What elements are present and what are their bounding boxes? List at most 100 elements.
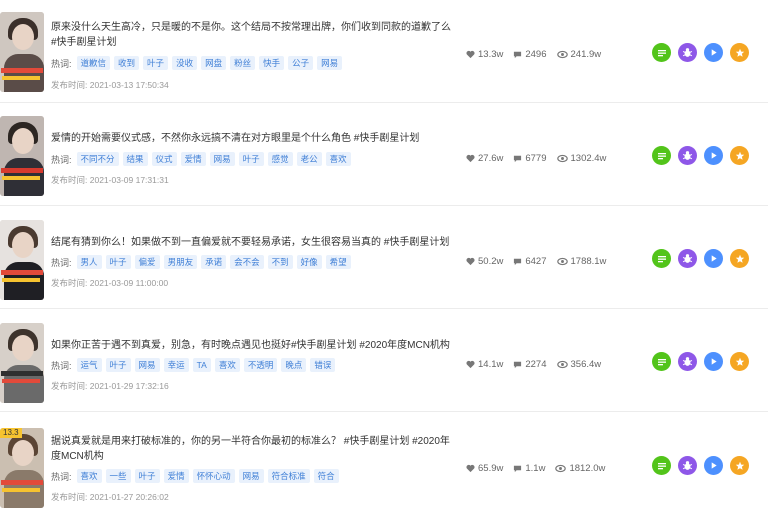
video-thumbnail[interactable] (0, 323, 44, 403)
bug-icon (682, 357, 693, 366)
video-row[interactable]: 原来没什么天生高冷，只是暖的不是你。这个结局不按常理出牌，你们收到同款的道歉了么… (0, 0, 768, 103)
hot-word-tag[interactable]: 叶子 (134, 469, 160, 483)
hot-word-tag[interactable]: 网易 (134, 358, 160, 372)
hot-word-tag[interactable]: 没收 (172, 56, 198, 70)
hot-words-label: 热词: (51, 154, 72, 165)
hot-word-tag[interactable]: 幸运 (163, 358, 189, 372)
views-stat: 1302.4w (556, 153, 606, 164)
favorite-button[interactable] (730, 249, 749, 268)
hot-word-tag[interactable]: 符合标准 (267, 469, 310, 483)
video-stats: 50.2w 6427 1788.1w (466, 254, 616, 268)
comments-count: 2274 (525, 358, 547, 370)
hot-word-tag[interactable]: 爱情 (180, 152, 206, 166)
hot-word-tag[interactable]: 叶子 (105, 255, 131, 269)
video-row[interactable]: 爱情的开始需要仪式感，不然你永远搞不清在对方眼里是个什么角色 #快手剧星计划 热… (0, 103, 768, 206)
hot-word-tag[interactable]: 男朋友 (163, 255, 198, 269)
detail-button[interactable] (652, 146, 671, 165)
hot-word-tag[interactable]: 快手 (259, 56, 285, 70)
hot-word-tag[interactable]: 怀怀心动 (192, 469, 235, 483)
hot-word-tag[interactable]: 喜欢 (325, 152, 351, 166)
hot-word-tag[interactable]: 偏爱 (134, 255, 160, 269)
hot-words: 热词: 道歉信 收到 叶子 没收 网盘 粉丝 快手 公子 网易 (51, 55, 346, 71)
video-title[interactable]: 原来没什么天生高冷，只是暖的不是你。这个结局不按常理出牌，你们收到同款的道歉了么… (51, 20, 451, 50)
hot-word-tag[interactable]: 希望 (325, 255, 351, 269)
video-thumbnail[interactable]: 13.3 (0, 428, 44, 508)
play-button[interactable] (704, 43, 723, 62)
hot-word-tag[interactable]: 收到 (114, 56, 140, 70)
video-thumbnail[interactable] (0, 116, 44, 196)
hot-word-tag[interactable]: 喜欢 (214, 358, 240, 372)
monitor-button[interactable] (678, 146, 697, 165)
favorite-button[interactable] (730, 43, 749, 62)
hot-word-tag[interactable]: 结果 (122, 152, 148, 166)
comment-icon (514, 258, 522, 265)
hot-words-label: 热词: (51, 360, 72, 371)
hot-word-tag[interactable]: 网易 (238, 469, 264, 483)
video-thumbnail[interactable] (0, 220, 44, 300)
video-row[interactable]: 如果你正苦于遇不到真爱，别急，有时晚点遇见也挺好#快手剧星计划 #2020年度M… (0, 309, 768, 412)
hot-word-tag[interactable]: 符合 (313, 469, 339, 483)
hot-word-tag[interactable]: 不同不分 (76, 152, 119, 166)
hot-word-tag[interactable]: 老公 (296, 152, 322, 166)
favorite-button[interactable] (730, 146, 749, 165)
hot-word-tag[interactable]: TA (192, 358, 211, 372)
detail-button[interactable] (652, 456, 671, 475)
hot-word-tag[interactable]: 运气 (76, 358, 102, 372)
hot-word-tag[interactable]: 公子 (288, 56, 314, 70)
hot-word-tag[interactable]: 好像 (296, 255, 322, 269)
play-button[interactable] (704, 456, 723, 475)
hot-word-tag[interactable]: 叶子 (143, 56, 169, 70)
monitor-button[interactable] (678, 43, 697, 62)
hot-word-tag[interactable]: 感觉 (267, 152, 293, 166)
hot-word-tag[interactable]: 网盘 (201, 56, 227, 70)
hot-words: 热词: 运气 叶子 网易 幸运 TA 喜欢 不透明 晚点 错误 (51, 357, 339, 373)
favorite-button[interactable] (730, 352, 749, 371)
hot-words: 热词: 不同不分 结果 仪式 爱情 网易 叶子 感觉 老公 喜欢 (51, 151, 355, 167)
video-thumbnail[interactable] (0, 12, 44, 92)
hot-word-tag[interactable]: 男人 (76, 255, 102, 269)
eye-icon (556, 257, 568, 265)
hot-word-tag[interactable]: 承诺 (201, 255, 227, 269)
video-title[interactable]: 据说真爱就是用来打破标准的，你的另一半符合你最初的标准么？ #快手剧星计划 #2… (51, 434, 451, 464)
detail-button[interactable] (652, 249, 671, 268)
hot-word-tag[interactable]: 粉丝 (230, 56, 256, 70)
likes-count: 13.3w (478, 48, 504, 60)
favorite-button[interactable] (730, 456, 749, 475)
play-button[interactable] (704, 352, 723, 371)
hot-word-tag[interactable]: 爱情 (163, 469, 189, 483)
hot-word-tag[interactable]: 一些 (105, 469, 131, 483)
hot-word-tag[interactable]: 叶子 (238, 152, 264, 166)
hot-word-tag[interactable]: 错误 (310, 358, 336, 372)
hot-word-tag[interactable]: 晚点 (281, 358, 307, 372)
hot-word-tag[interactable]: 网易 (209, 152, 235, 166)
monitor-button[interactable] (678, 456, 697, 475)
play-button[interactable] (704, 249, 723, 268)
hot-word-tag[interactable]: 不透明 (243, 358, 278, 372)
eye-icon (555, 464, 567, 472)
detail-button[interactable] (652, 352, 671, 371)
eye-icon (556, 50, 568, 58)
hot-word-tag[interactable]: 网易 (317, 56, 343, 70)
hot-word-tag[interactable]: 叶子 (105, 358, 131, 372)
views-stat: 241.9w (556, 48, 602, 60)
play-button[interactable] (704, 146, 723, 165)
monitor-button[interactable] (678, 249, 697, 268)
hot-word-tag[interactable]: 会不会 (230, 255, 264, 269)
video-row[interactable]: 13.3 据说真爱就是用来打破标准的，你的另一半符合你最初的标准么？ #快手剧星… (0, 412, 768, 510)
video-row[interactable]: 结尾有猜到你么！如果做不到一直偏爱就不要轻易承诺，女生很容易当真的 #快手剧星计… (0, 206, 768, 309)
comments-stat: 6427 (513, 256, 547, 267)
hot-words: 热词: 男人 叶子 偏爱 男朋友 承诺 会不会 不到 好像 希望 (51, 254, 355, 270)
hot-word-tag[interactable]: 仪式 (151, 152, 177, 166)
video-title[interactable]: 爱情的开始需要仪式感，不然你永远搞不清在对方眼里是个什么角色 #快手剧星计划 (51, 131, 451, 146)
monitor-button[interactable] (678, 352, 697, 371)
hot-word-tag[interactable]: 道歉信 (76, 56, 111, 70)
publish-date-value: 2021-01-29 17:32:16 (89, 381, 169, 391)
views-count: 241.9w (570, 48, 602, 60)
hot-word-tag[interactable]: 不到 (267, 255, 293, 269)
detail-button[interactable] (652, 43, 671, 62)
video-title[interactable]: 结尾有猜到你么！如果做不到一直偏爱就不要轻易承诺，女生很容易当真的 #快手剧星计… (51, 235, 451, 250)
hot-words: 热词: 喜欢 一些 叶子 爱情 怀怀心动 网易 符合标准 符合 (51, 468, 343, 484)
video-title[interactable]: 如果你正苦于遇不到真爱，别急，有时晚点遇见也挺好#快手剧星计划 #2020年度M… (51, 338, 451, 353)
hot-word-tag[interactable]: 喜欢 (76, 469, 102, 483)
views-count: 1812.0w (569, 462, 606, 474)
